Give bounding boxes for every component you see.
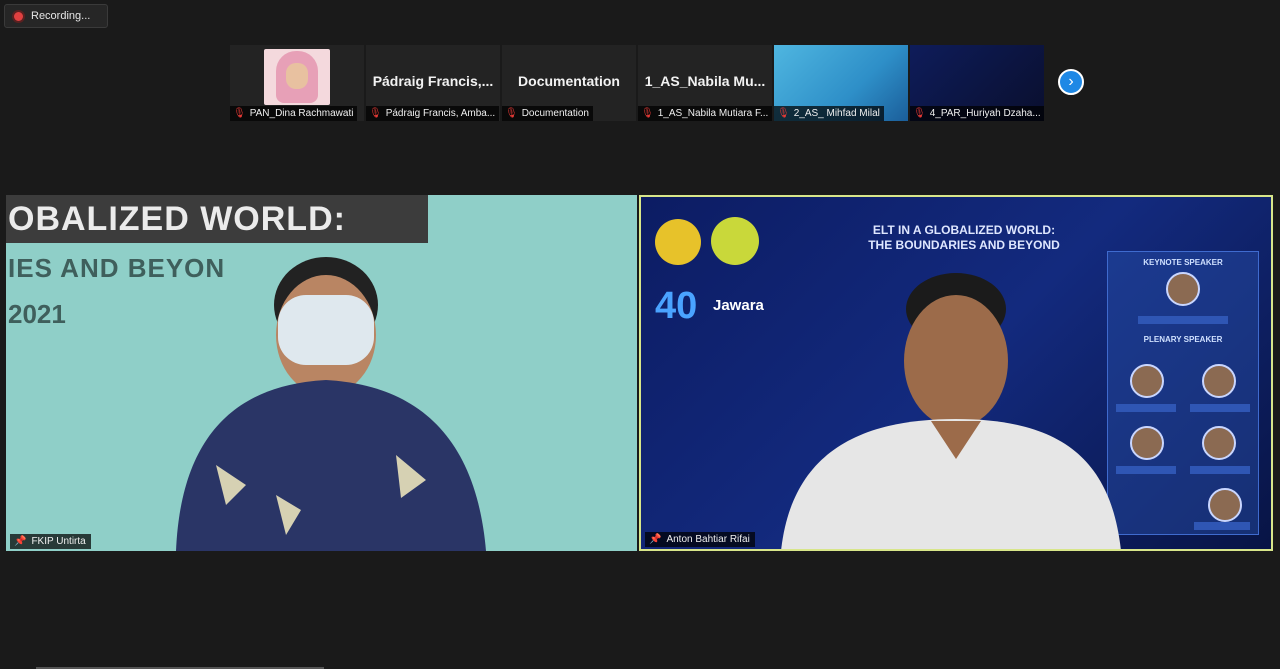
- chevron-right-icon: ›: [1068, 73, 1074, 90]
- speaker-caption: [1194, 522, 1250, 530]
- pin-icon: 📌: [14, 536, 27, 547]
- participant-thumb[interactable]: Pádraig Francis,... 🎙 Pádraig Francis, A…: [366, 45, 500, 121]
- participant-thumb[interactable]: 🎙 2_AS_ Mihfad Milal: [774, 45, 908, 121]
- speaker-caption: [1116, 466, 1176, 474]
- speaker-caption: [1116, 404, 1176, 412]
- speaker-photo: [1130, 426, 1164, 460]
- speaker-photo: [1202, 426, 1236, 460]
- speaker-photo: [1208, 488, 1242, 522]
- speaker-caption: [1190, 466, 1250, 474]
- participant-name: 2_AS_ Mihfad Milal: [793, 108, 880, 119]
- participant-thumb[interactable]: Documentation 🎙 Documentation: [502, 45, 636, 121]
- participant-nametag: 🎙 PAN_Dina Rachmawati: [230, 106, 358, 121]
- video-tile-right-active-speaker[interactable]: 40 Jawara ELT IN A GLOBALIZED WORLD: THE…: [639, 195, 1273, 551]
- participant-nametag: 🎙 2_AS_ Mihfad Milal: [774, 106, 884, 121]
- participant-thumb[interactable]: 1_AS_Nabila Mu... 🎙 1_AS_Nabila Mutiara …: [638, 45, 772, 121]
- participant-name: Pádraig Francis, Amba...: [385, 108, 496, 119]
- participant-nametag: 🎙 4_PAR_Huriyah Dzaha...: [910, 106, 1044, 121]
- recording-indicator[interactable]: Recording...: [4, 4, 108, 28]
- speaker-video: [781, 273, 1121, 549]
- participant-photo: [264, 49, 330, 105]
- participant-display-name: Pádraig Francis,...: [372, 73, 494, 89]
- participant-nametag: 📌 FKIP Untirta: [10, 534, 91, 549]
- jawara-logo-text: Jawara: [713, 297, 764, 314]
- backdrop-text: 2021: [8, 299, 66, 329]
- speaker-video: [176, 257, 486, 551]
- participant-thumb[interactable]: 🎙 4_PAR_Huriyah Dzaha...: [910, 45, 1044, 121]
- university-logo: [655, 219, 701, 265]
- speaker-photo: [1202, 364, 1236, 398]
- speaker-photo: [1166, 272, 1200, 306]
- participant-nametag: 🎙 Pádraig Francis, Amba...: [366, 106, 500, 121]
- record-icon: [14, 11, 23, 21]
- anniversary-logo: 40: [655, 285, 698, 327]
- keynote-header: KEYNOTE SPEAKER: [1143, 258, 1223, 267]
- next-page-button[interactable]: ›: [1058, 69, 1084, 95]
- participant-display-name: 1_AS_Nabila Mu...: [644, 73, 766, 89]
- participant-display-name: Documentation: [518, 73, 620, 89]
- slide-title-line: ELT IN A GLOBALIZED WORLD:: [872, 223, 1056, 237]
- faculty-logo: [711, 217, 759, 265]
- plenary-header: PLENARY SPEAKER: [1143, 335, 1223, 344]
- speaker-photo: [1130, 364, 1164, 398]
- slide-title: ELT IN A GLOBALIZED WORLD: THE BOUNDARIE…: [819, 223, 1109, 253]
- participant-nametag: 🎙 Documentation: [502, 106, 593, 121]
- participant-name: Anton Bahtiar Rifai: [666, 534, 750, 545]
- mic-muted-icon: 🎙: [913, 108, 926, 119]
- mic-muted-icon: 🎙: [505, 108, 518, 119]
- participant-thumb[interactable]: 🎙 PAN_Dina Rachmawati: [230, 45, 364, 121]
- speaker-caption: [1190, 404, 1250, 412]
- video-tile-left[interactable]: OBALIZED WORLD: IES AND BEYON 2021 📌 FKI…: [6, 195, 637, 551]
- speaker-panel: KEYNOTE SPEAKER PLENARY SPEAKER: [1107, 251, 1259, 535]
- participant-nametag: 🎙 1_AS_Nabila Mutiara F...: [638, 106, 772, 121]
- slide-subtitle-line: THE BOUNDARIES AND BEYOND: [868, 238, 1060, 252]
- participant-name: 4_PAR_Huriyah Dzaha...: [929, 108, 1041, 119]
- mic-muted-icon: 🎙: [233, 108, 246, 119]
- pin-icon: 📌: [649, 534, 662, 545]
- participant-name: 1_AS_Nabila Mutiara F...: [657, 108, 769, 119]
- participant-name: Documentation: [521, 108, 589, 119]
- participant-strip: 🎙 PAN_Dina Rachmawati Pádraig Francis,..…: [230, 45, 1044, 121]
- mic-muted-icon: 🎙: [369, 108, 382, 119]
- participant-name: PAN_Dina Rachmawati: [249, 108, 354, 119]
- mic-muted-icon: 🎙: [641, 108, 654, 119]
- recording-label: Recording...: [31, 10, 91, 22]
- mic-muted-icon: 🎙: [777, 108, 790, 119]
- speaker-caption: [1138, 316, 1228, 324]
- participant-nametag: 📌 Anton Bahtiar Rifai: [645, 532, 755, 547]
- participant-name: FKIP Untirta: [31, 536, 86, 547]
